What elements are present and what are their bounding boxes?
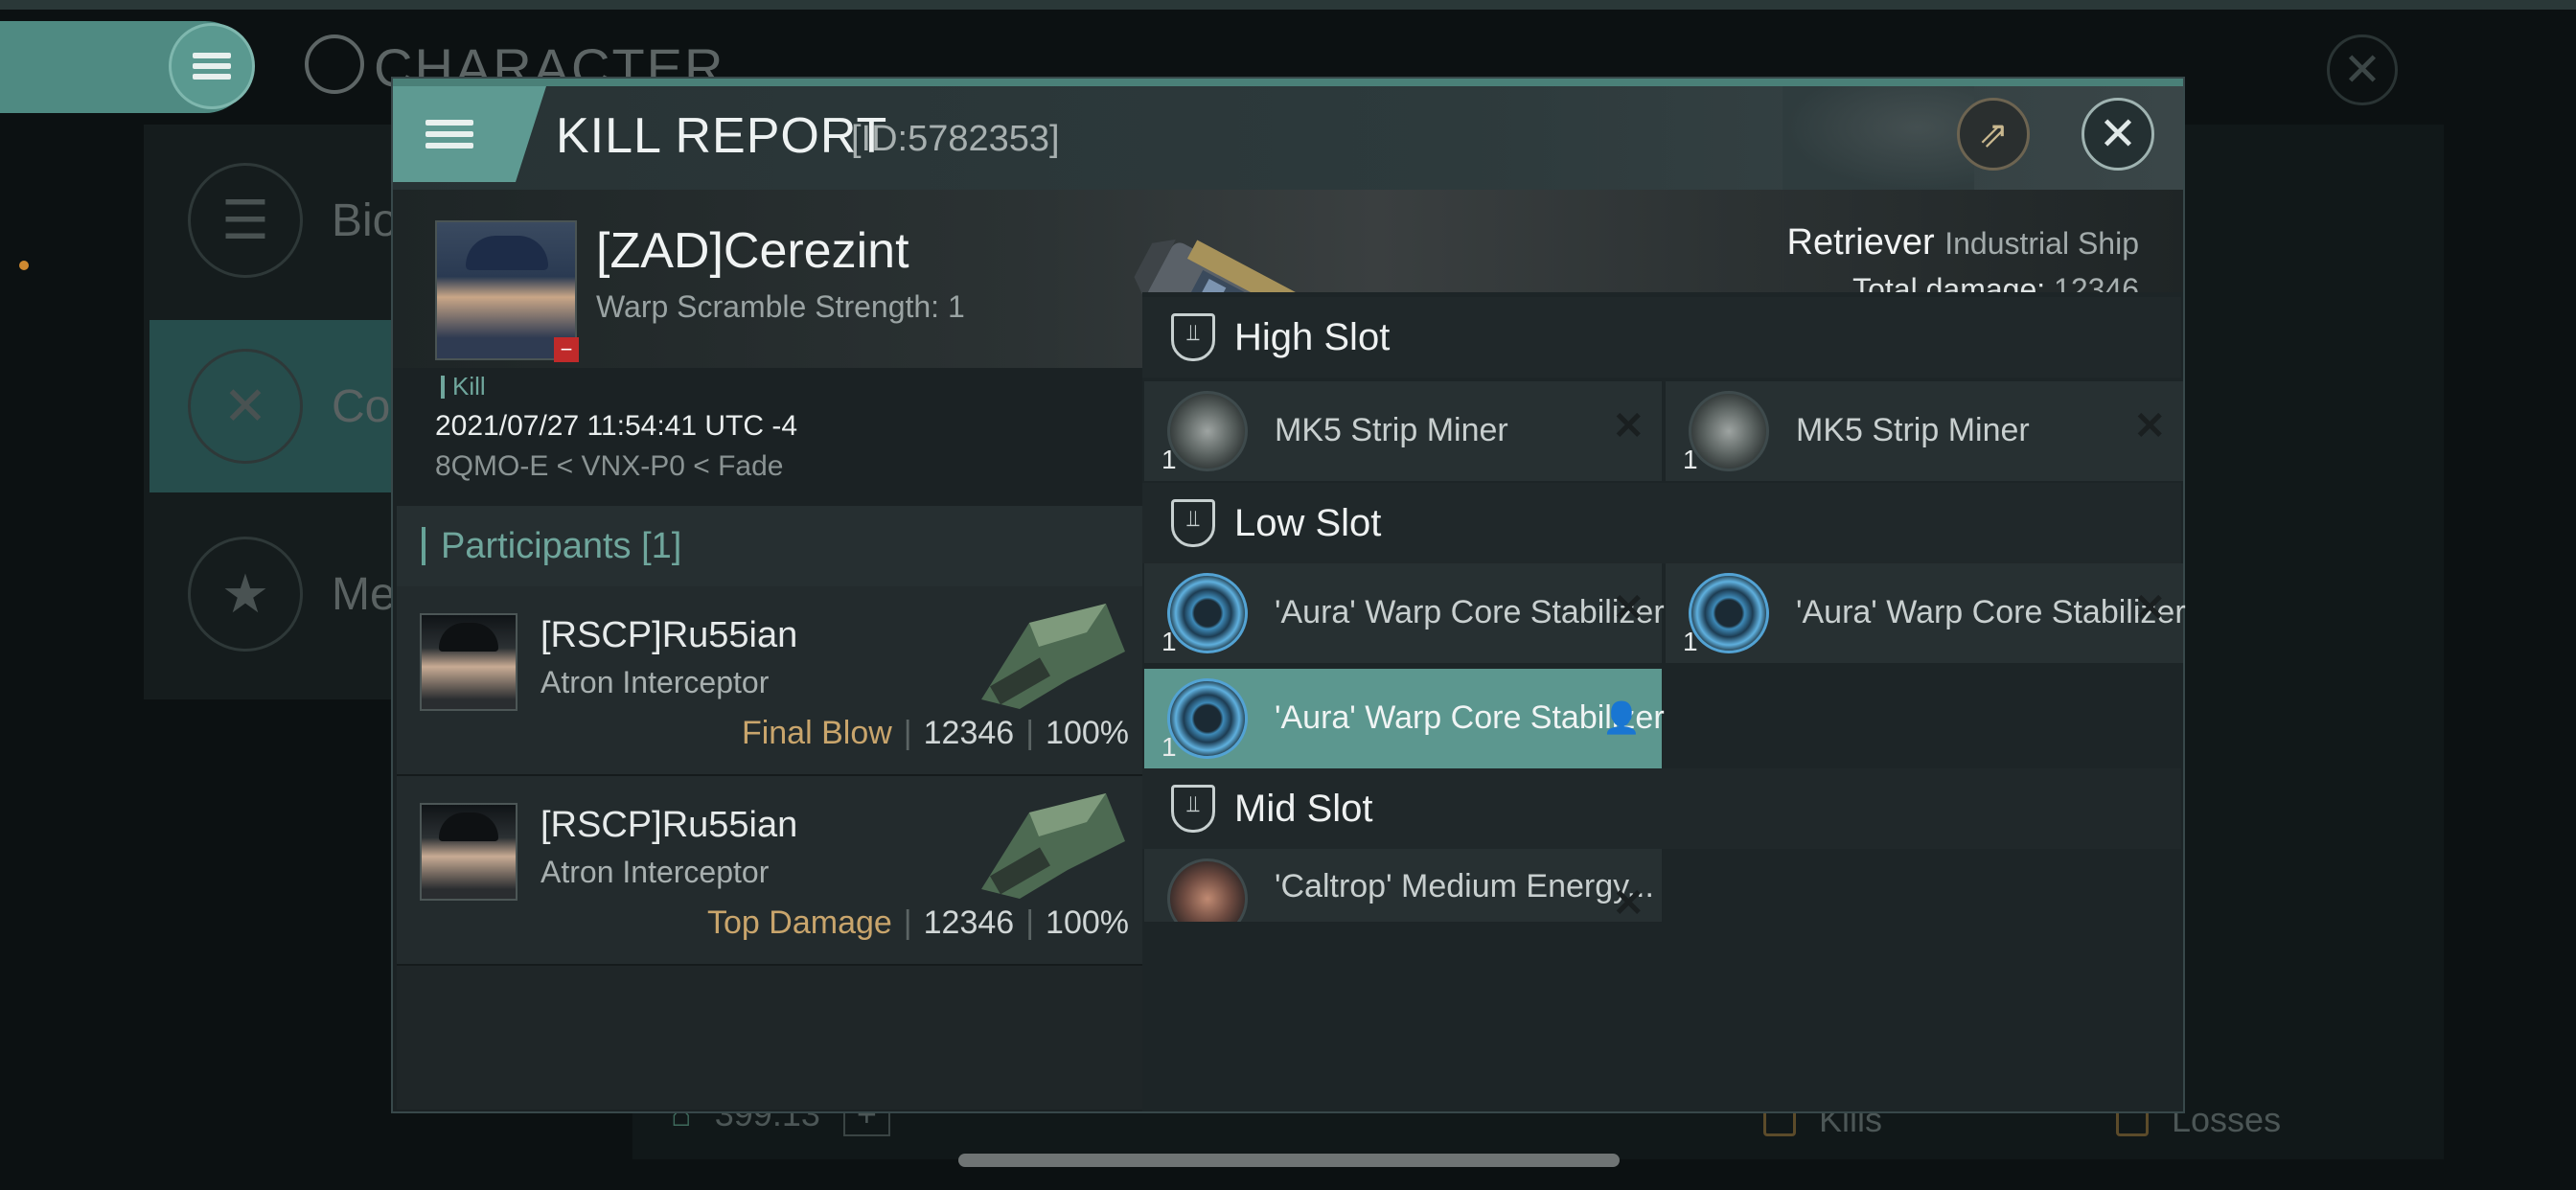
kill-tag: Kill	[441, 372, 486, 401]
ship-class: Industrial Ship	[1944, 226, 2139, 261]
notification-dot	[19, 261, 29, 270]
top-status-bar	[0, 0, 2576, 10]
victim-banner: − [ZAD]Cerezint Warp Scramble Strength: …	[393, 190, 2183, 482]
sidebar-item-label: Bio	[332, 195, 399, 246]
ship-name[interactable]: Retriever	[1787, 222, 1935, 263]
list-icon: ☰	[188, 163, 303, 278]
home-indicator[interactable]	[958, 1154, 1620, 1167]
kill-report-modal: KILL REPORT [ID:5782353] ⇗ ✕ − [ZAD]Cere…	[391, 77, 2185, 1113]
warp-scramble-strength: Warp Scramble Strength: 1	[596, 289, 965, 324]
hamburger-icon	[193, 48, 231, 84]
crossed-swords-icon: ✕	[188, 349, 303, 464]
share-icon: ⇗	[1978, 114, 2009, 155]
modal-close-button[interactable]: ✕	[2082, 98, 2154, 171]
kill-timestamp: 2021/07/27 11:54:41 UTC -4	[435, 410, 798, 442]
main-menu-button[interactable]	[169, 23, 255, 109]
total-damage-value: 12346	[2054, 272, 2139, 307]
header-decoration	[1782, 86, 1974, 190]
victim-name[interactable]: [ZAD]Cerezint	[596, 222, 909, 280]
standing-badge-icon: −	[554, 337, 579, 362]
total-damage-label: Total damage:	[1852, 272, 2046, 307]
close-icon: ✕	[2342, 45, 2382, 96]
share-button[interactable]: ⇗	[1957, 98, 2030, 171]
victim-ship: Retriever Industrial Ship	[1787, 222, 2140, 263]
kill-result: Kill	[2073, 411, 2135, 462]
total-damage: Total damage: 12346	[1852, 272, 2139, 308]
isk-amount: 84,596,764	[1728, 309, 2045, 380]
hamburger-icon	[426, 114, 473, 154]
isk-unit: ISK	[2061, 324, 2139, 378]
cap-graphic	[466, 236, 548, 270]
screen-close-button[interactable]: ✕	[2327, 34, 2398, 105]
star-icon: ★	[188, 537, 303, 652]
retriever-ship-image[interactable]	[1102, 228, 1476, 458]
modal-title: KILL REPORT	[556, 108, 888, 164]
modal-accent-line	[393, 79, 2183, 86]
victim-portrait[interactable]: −	[435, 220, 579, 362]
losses-label: Losses	[2172, 1100, 2282, 1139]
isk-value: 84,596,764 ISK	[1728, 309, 2139, 381]
kill-location[interactable]: 8QMO-E < VNX-P0 < Fade	[435, 450, 783, 483]
kill-id: [ID:5782353]	[851, 119, 1060, 159]
close-icon: ✕	[2098, 109, 2138, 160]
character-icon	[305, 34, 364, 94]
